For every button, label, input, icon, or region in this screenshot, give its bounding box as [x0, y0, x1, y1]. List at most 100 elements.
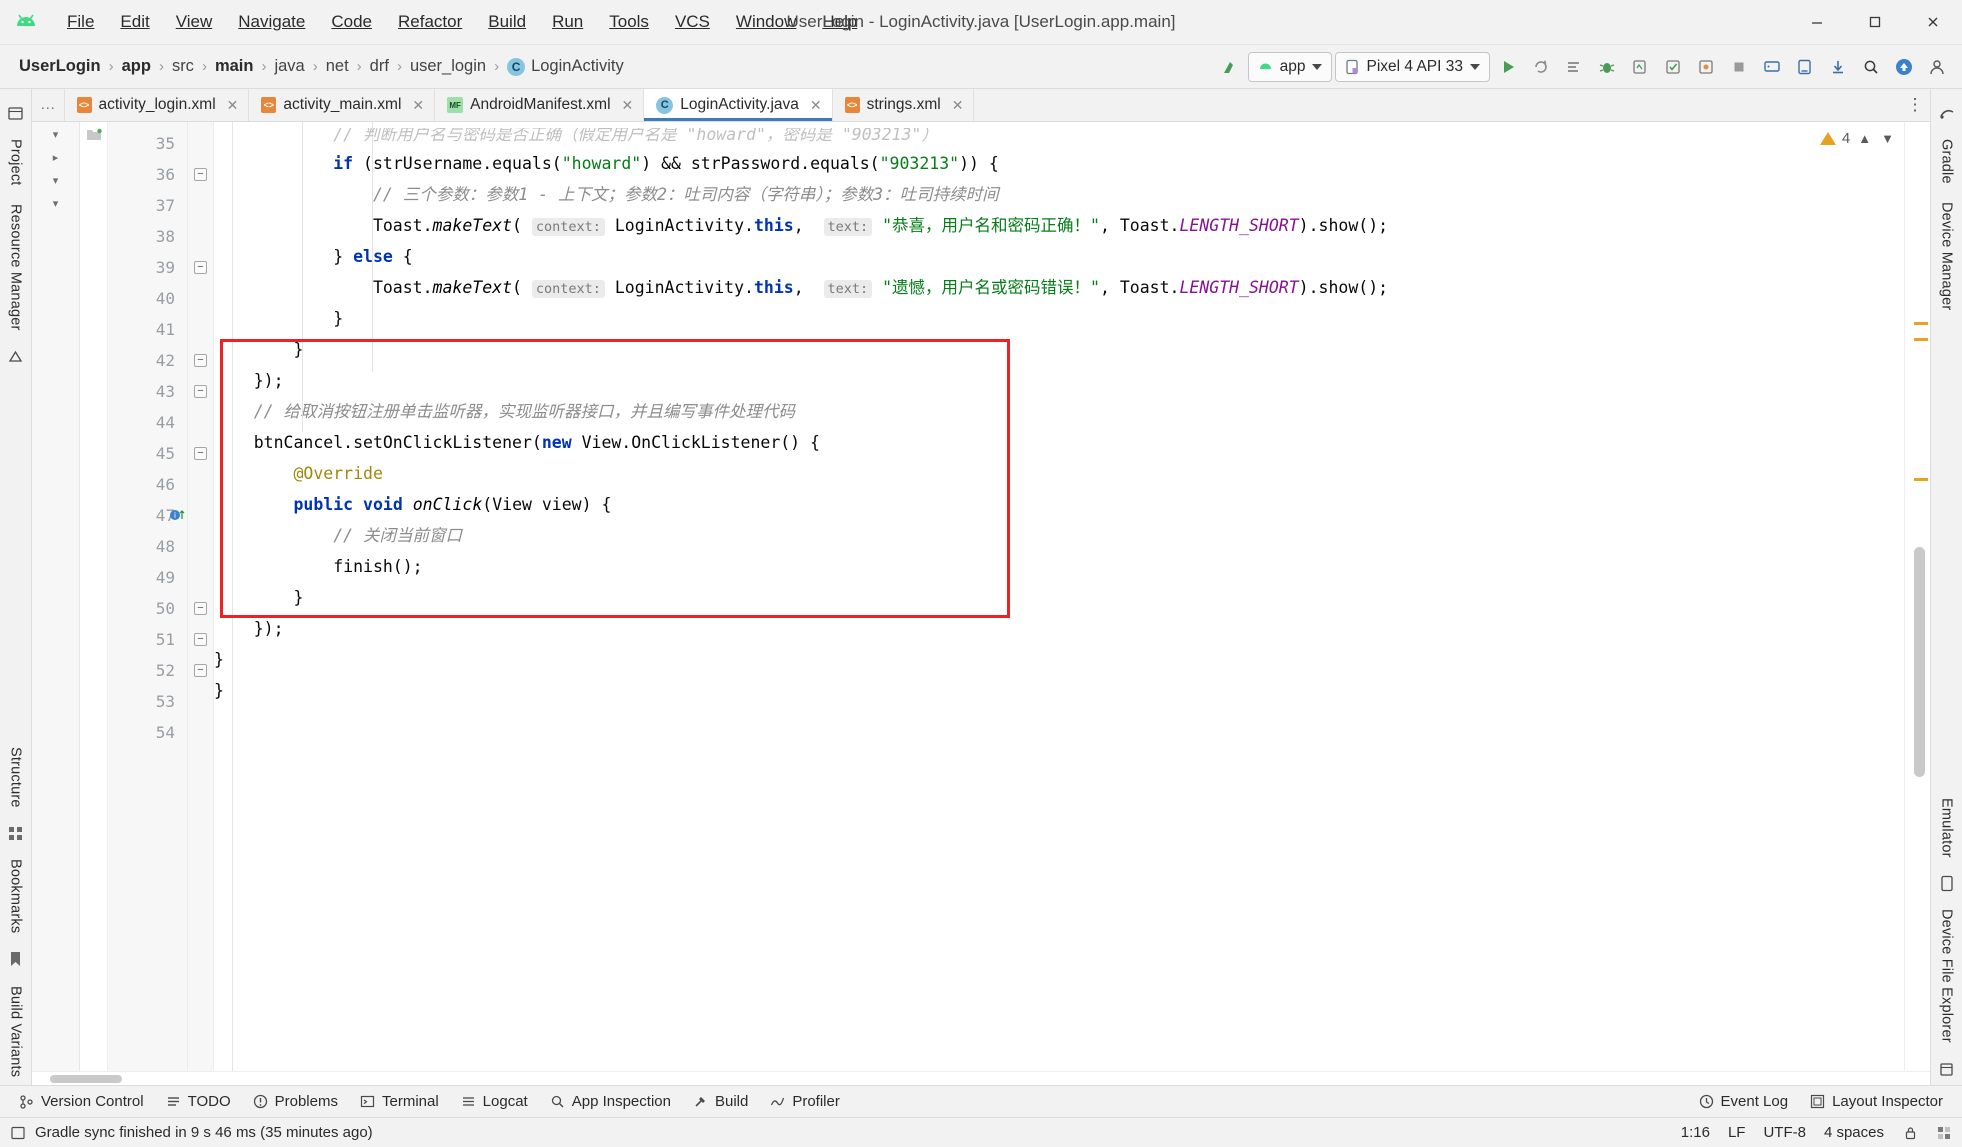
line-separator[interactable]: LF [1728, 1124, 1746, 1141]
tab-loginactivity-java[interactable]: C LoginActivity.java ✕ [644, 89, 833, 121]
code-line-41[interactable]: } [214, 303, 1904, 334]
indent-setting[interactable]: 4 spaces [1824, 1124, 1884, 1141]
breadcrumb-item-main[interactable]: main [210, 55, 259, 78]
avd-manager-icon[interactable] [1757, 52, 1787, 82]
chevron-up-icon[interactable]: ▲ [1856, 131, 1873, 146]
code-line-44[interactable]: // 给取消按钮注册单击监听器，实现监听器接口，并且编写事件处理代码 [214, 396, 1904, 427]
fold-toggle-51[interactable]: − [188, 624, 213, 655]
module-selector[interactable]: app [1247, 51, 1333, 82]
code-line-37[interactable]: // 三个参数：参数1 - 上下文；参数2：吐司内容（字符串）；参数3：吐司持续… [214, 179, 1904, 210]
menu-tools[interactable]: Tools [596, 8, 662, 36]
tab-androidmanifest-xml[interactable]: MF AndroidManifest.xml ✕ [435, 89, 645, 121]
code-line-48[interactable]: // 关闭当前窗口 [214, 520, 1904, 551]
tree-expand-icon[interactable]: ▾ [53, 128, 59, 141]
inspection-icon[interactable] [1936, 1125, 1952, 1141]
tab-strings-xml[interactable]: <> strings.xml ✕ [833, 89, 975, 121]
inspection-summary[interactable]: 4 ▲ ▼ [1819, 130, 1896, 147]
breadcrumb-item-drf[interactable]: drf [365, 55, 394, 78]
menu-view[interactable]: View [163, 8, 226, 36]
breadcrumb-item-loginactivity[interactable]: C LoginActivity [502, 55, 629, 78]
code-line-45[interactable]: btnCancel.setOnClickListener(new View.On… [214, 427, 1904, 458]
apply-code-changes-icon[interactable] [1691, 52, 1721, 82]
apply-changes-icon[interactable] [1658, 52, 1688, 82]
tool-layout-inspector[interactable]: Layout Inspector [1799, 1089, 1954, 1114]
breadcrumb-item-user-login[interactable]: user_login [405, 55, 491, 78]
fold-collapse-icon[interactable]: − [194, 664, 207, 677]
code-line-36[interactable]: if (strUsername.equals("howard") && strP… [214, 148, 1904, 179]
code-line-43[interactable]: }); [214, 365, 1904, 396]
menu-help[interactable]: Help [809, 8, 870, 36]
fold-toggle-36[interactable]: − [188, 159, 213, 190]
implementing-method-icon[interactable]: i [169, 507, 185, 523]
profile-icon[interactable] [1625, 52, 1655, 82]
menu-window[interactable]: Window [723, 8, 809, 36]
code-line-49[interactable]: finish(); [214, 551, 1904, 582]
code-line-51[interactable]: }); [214, 613, 1904, 644]
editor-horizontal-scrollbar-thumb[interactable] [50, 1075, 122, 1083]
fold-toggle-39[interactable]: − [188, 252, 213, 283]
analysis-scrollbar[interactable] [1904, 122, 1930, 1071]
code-line-50[interactable]: } [214, 582, 1904, 613]
run-icon[interactable] [1493, 52, 1523, 82]
breadcrumb-item-java[interactable]: java [269, 55, 309, 78]
code-line-42[interactable]: } [214, 334, 1904, 365]
sidebar-item-resource-manager[interactable]: Resource Manager [5, 196, 27, 339]
sidebar-item-gradle[interactable]: Gradle [1936, 131, 1958, 192]
maximize-button[interactable] [1846, 0, 1904, 45]
sdk-manager-icon[interactable] [1790, 52, 1820, 82]
menu-refactor[interactable]: Refactor [385, 8, 475, 36]
close-icon[interactable]: ✕ [622, 97, 634, 114]
tree-expand-icon-2[interactable]: ▾ [53, 174, 59, 187]
tool-problems[interactable]: Problems [242, 1089, 349, 1114]
close-icon[interactable]: ✕ [952, 97, 964, 114]
fold-collapse-icon[interactable]: − [194, 168, 207, 181]
run-with-coverage-icon[interactable] [1559, 52, 1589, 82]
caret-position[interactable]: 1:16 [1681, 1124, 1710, 1141]
sidebar-item-structure[interactable]: Structure [5, 739, 27, 816]
make-project-icon[interactable] [1215, 52, 1245, 82]
chevron-down-icon[interactable]: ▼ [1879, 131, 1896, 146]
tool-logcat[interactable]: Logcat [450, 1089, 539, 1114]
code-line-38[interactable]: Toast.makeText( context: LoginActivity.t… [214, 210, 1904, 241]
fold-toggle-50[interactable]: − [188, 593, 213, 624]
code-line-53[interactable]: } [214, 675, 1904, 706]
code-folding-gutter[interactable]: − − − − − − − − [188, 122, 214, 1071]
account-icon[interactable] [1922, 52, 1952, 82]
structure-grid-icon[interactable] [5, 822, 27, 844]
gradle-icon[interactable] [1936, 102, 1958, 124]
breadcrumb-item-src[interactable]: src [167, 55, 199, 78]
breadcrumb-item-userlogin[interactable]: UserLogin [14, 55, 106, 78]
project-tool-icon[interactable] [5, 102, 27, 124]
tab-activity-login-xml[interactable]: <> activity_login.xml ✕ [65, 89, 250, 121]
search-everywhere-icon[interactable] [1856, 52, 1886, 82]
fold-collapse-icon[interactable]: − [194, 354, 207, 367]
code-line-35[interactable]: // 判断用户名与密码是否正确（假定用户名是 "howard"，密码是 "903… [214, 128, 1904, 148]
lock-icon[interactable] [1902, 1125, 1918, 1141]
file-encoding[interactable]: UTF-8 [1763, 1124, 1806, 1141]
menu-vcs[interactable]: VCS [662, 8, 723, 36]
device-selector[interactable]: Pixel 4 API 33 [1335, 51, 1490, 82]
fold-toggle-52[interactable]: − [188, 655, 213, 686]
sidebar-item-bookmarks[interactable]: Bookmarks [5, 851, 27, 941]
sidebar-item-emulator[interactable]: Emulator [1936, 790, 1958, 866]
fold-collapse-icon[interactable]: − [194, 447, 207, 460]
fold-toggle-42[interactable]: − [188, 345, 213, 376]
breadcrumb-item-net[interactable]: net [321, 55, 354, 78]
download-icon[interactable] [1823, 52, 1853, 82]
update-icon[interactable] [1889, 52, 1919, 82]
minimize-button[interactable] [1788, 0, 1846, 45]
fold-toggle-45[interactable]: − [188, 438, 213, 469]
code-line-39[interactable]: } else { [214, 241, 1904, 272]
close-icon[interactable]: ✕ [227, 97, 239, 114]
fold-collapse-icon[interactable]: − [194, 385, 207, 398]
menu-code[interactable]: Code [318, 8, 385, 36]
tool-terminal[interactable]: Terminal [349, 1089, 450, 1114]
bookmark-icon[interactable] [5, 949, 27, 971]
menu-build[interactable]: Build [475, 8, 539, 36]
fold-collapse-icon[interactable]: − [194, 633, 207, 646]
code-line-52[interactable]: } [214, 644, 1904, 675]
device-file-explorer-icon[interactable] [1936, 1058, 1958, 1080]
tool-profiler[interactable]: Profiler [759, 1089, 851, 1114]
close-icon[interactable]: ✕ [810, 97, 822, 114]
close-icon[interactable]: ✕ [412, 97, 424, 114]
